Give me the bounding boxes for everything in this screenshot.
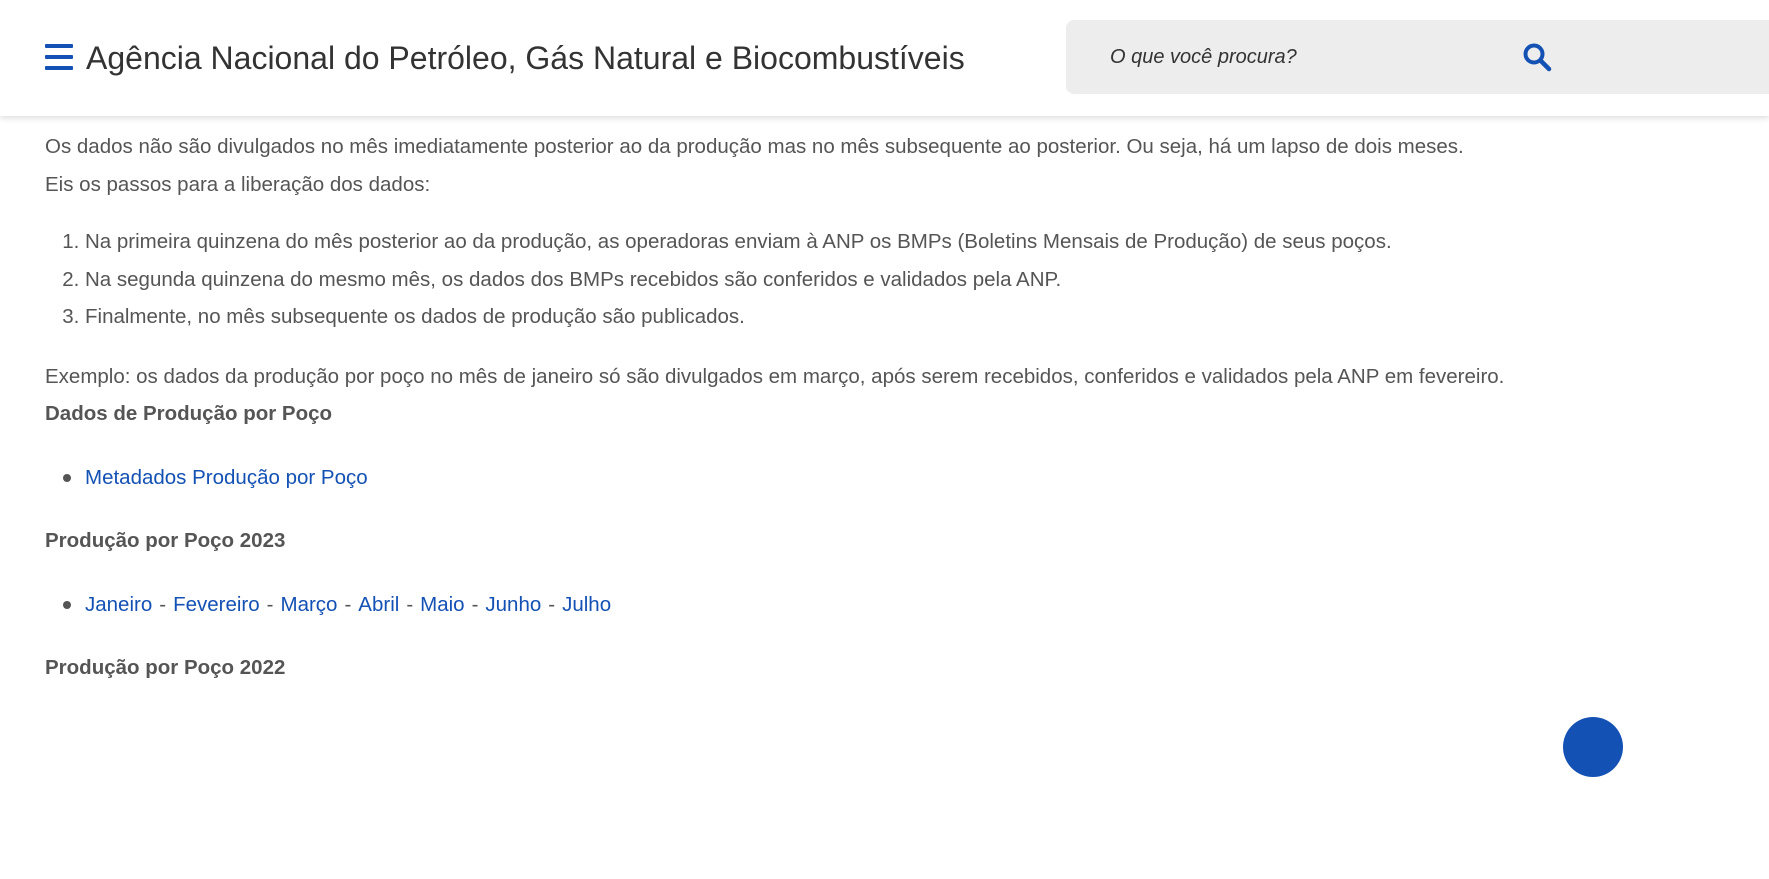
month-link-junho[interactable]: Junho (485, 593, 541, 616)
search-input[interactable] (1110, 40, 1490, 74)
menu-bar (45, 55, 73, 59)
link-separator: - (471, 592, 479, 616)
link-separator: - (159, 592, 167, 616)
month-link-julho[interactable]: Julho (562, 593, 611, 616)
link-separator: - (406, 592, 414, 616)
intro-text: Os dados não são divulgados no mês imedi… (45, 135, 1464, 158)
list-item: Metadados Produção por Poço (63, 459, 1769, 497)
section-title-dados: Dados de Produção por Poço (45, 402, 333, 425)
dados-links-list: Metadados Produção por Poço (45, 459, 1769, 497)
list-item: Janeiro - Fevereiro - Março - Abril - Maio - Junho… (63, 586, 1769, 624)
months-2023-list: Janeiro - Fevereiro - Março - Abril - Maio - Junho… (45, 586, 1769, 624)
site-title[interactable]: Agência Nacional do Petróleo, Gás Natura… (86, 38, 965, 78)
search-icon[interactable] (1522, 42, 1552, 72)
link-separator: - (266, 592, 274, 616)
site-header: Agência Nacional do Petróleo, Gás Natura… (0, 0, 1769, 116)
intro-steps-lead: Eis os passos para a liberação dos dados… (45, 172, 431, 196)
metadados-link[interactable]: Metadados Produção por Poço (85, 466, 368, 489)
floating-action-button[interactable] (1563, 717, 1623, 777)
month-link-maio[interactable]: Maio (420, 593, 464, 616)
step-item: Na primeira quinzena do mês posterior ao… (85, 223, 1769, 261)
hamburger-menu-icon[interactable] (45, 44, 73, 70)
menu-bar (45, 44, 73, 48)
month-link-janeiro[interactable]: Janeiro (85, 593, 152, 616)
step-item: Na segunda quinzena do mesmo mês, os dad… (85, 261, 1769, 299)
example-text: Exemplo: os dados da produção por poço n… (45, 364, 1505, 388)
month-link-fevereiro[interactable]: Fevereiro (173, 593, 260, 616)
section-title-2022: Produção por Poço 2022 (45, 656, 286, 679)
main-content: Os dados não são divulgados no mês imedi… (45, 128, 1769, 687)
release-steps-list: Na primeira quinzena do mês posterior ao… (45, 223, 1769, 336)
month-link-abril[interactable]: Abril (358, 593, 399, 616)
step-item: Finalmente, no mês subsequente os dados … (85, 298, 1769, 336)
month-link-marco[interactable]: Março (281, 593, 338, 616)
link-separator: - (548, 592, 556, 616)
section-title-2023: Produção por Poço 2023 (45, 529, 286, 552)
search-box (1066, 20, 1769, 94)
menu-bar (45, 66, 73, 70)
link-separator: - (344, 592, 352, 616)
